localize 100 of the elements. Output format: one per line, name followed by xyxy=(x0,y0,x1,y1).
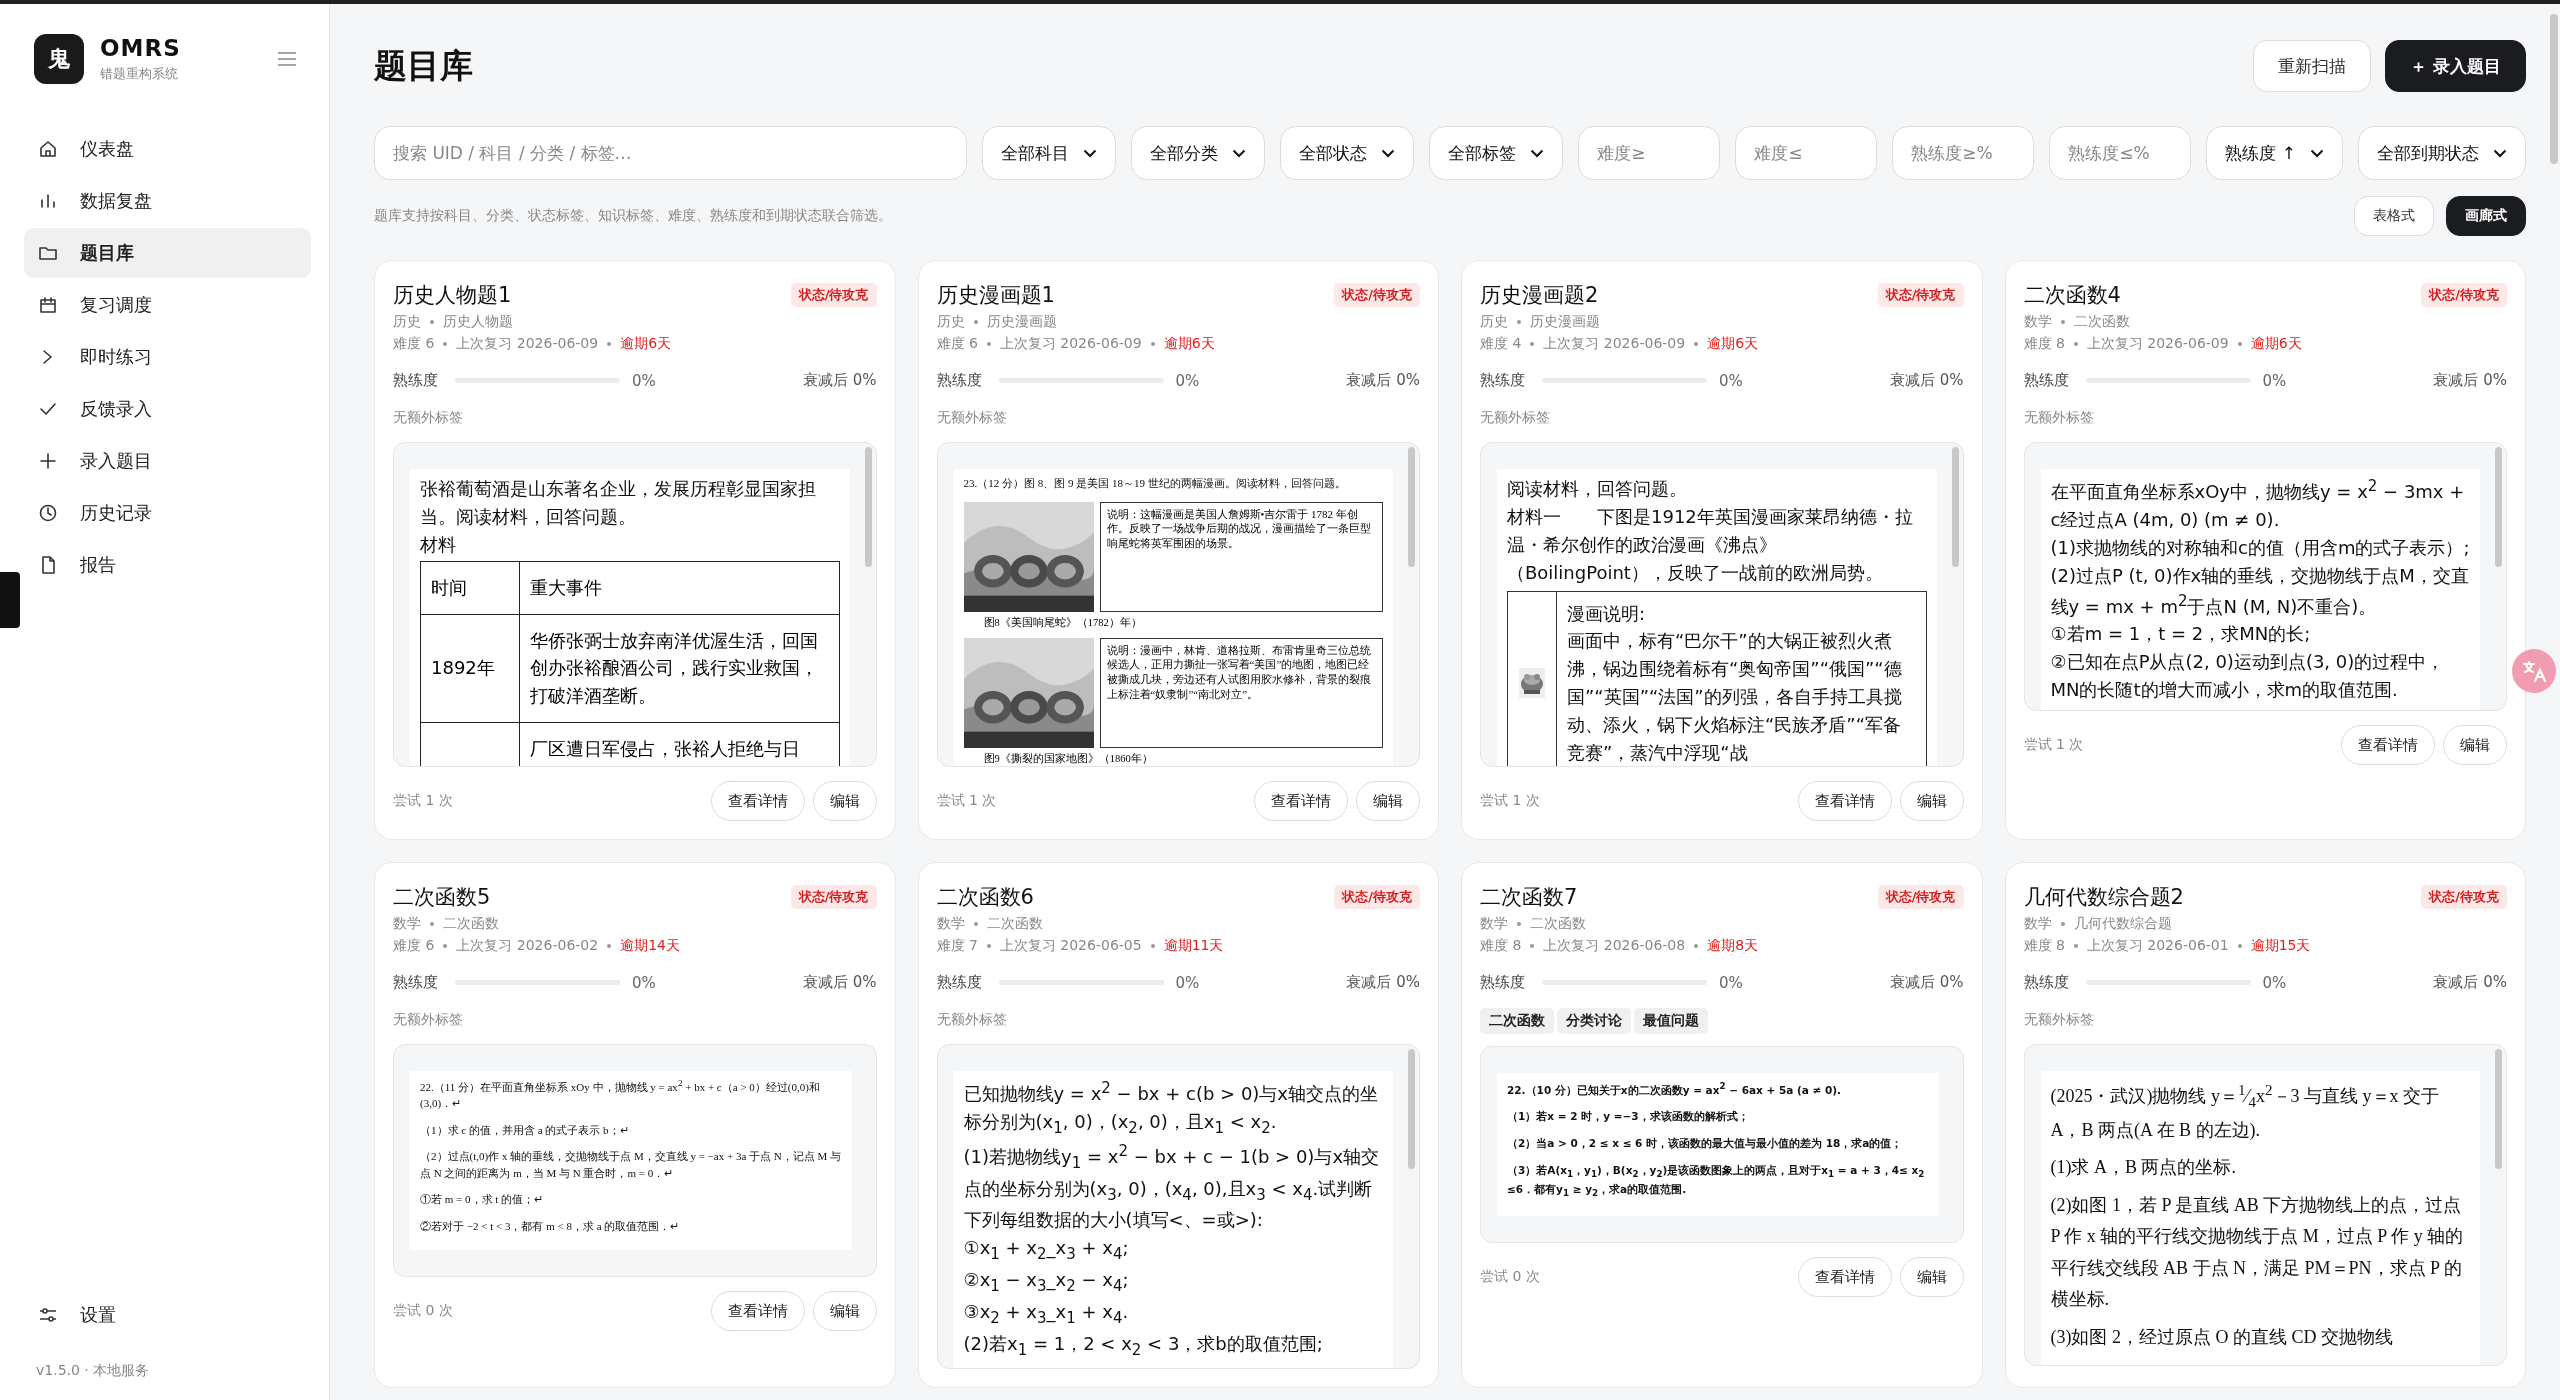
question-text: ②若对于 −2 < t < 3，都有 m < 8，求 a 的取值范围．↵ xyxy=(420,1218,681,1234)
question-text: 张裕葡萄酒是山东著名企业，发展历程彰显国家担当。阅读材料，回答问题。 xyxy=(420,477,817,529)
calendar-icon xyxy=(38,295,58,315)
no-tags-text: 无额外标签 xyxy=(393,1011,463,1029)
table-cell: 华侨张弼士放弃南洋优渥生活，回国创办张裕酿酒公司，践行实业救国，打破洋酒垄断。 xyxy=(519,614,839,723)
nav-item[interactable]: 录入题目 xyxy=(24,436,311,486)
overdue-text: 逾期6天 xyxy=(620,335,672,353)
nav-item[interactable]: 仪表盘 xyxy=(24,124,311,174)
menu-icon[interactable] xyxy=(277,51,297,67)
status-tag: 状态/待攻克 xyxy=(1334,885,1420,909)
category-text: 几何代数综合题 xyxy=(2073,915,2172,933)
nav-item[interactable]: 复习调度 xyxy=(24,280,311,330)
decayed-mastery: 衰减后 0% xyxy=(2433,973,2507,992)
filter-dropdown[interactable]: 全部状态 xyxy=(1280,126,1415,180)
view-toggle-button[interactable]: 表格式 xyxy=(2354,196,2434,236)
view-details-button[interactable]: 查看详情 xyxy=(1254,781,1348,821)
attempts-text: 尝试 0 次 xyxy=(393,1302,453,1321)
subject-text: 数学 xyxy=(2023,313,2052,331)
scrollbar-thumb[interactable] xyxy=(2495,1049,2502,1169)
last-review-text: 上次复习 2026-06-05 xyxy=(999,937,1142,955)
scrollbar-thumb[interactable] xyxy=(1408,1049,1415,1169)
edit-button[interactable]: 编辑 xyxy=(1899,1257,1964,1298)
no-tags-text: 无额外标签 xyxy=(393,409,463,427)
status-tag: 状态/待攻克 xyxy=(1877,885,1964,909)
settings-icon xyxy=(38,1305,58,1325)
chevron-down-icon xyxy=(2493,148,2507,158)
table-cell: 重大事件 xyxy=(519,561,839,615)
plus-icon xyxy=(38,451,58,471)
overdue-text: 逾期8天 xyxy=(1707,937,1759,955)
no-tags-text: 无额外标签 xyxy=(936,409,1007,427)
nav-item[interactable]: 历史记录 xyxy=(24,488,311,538)
status-tag: 状态/待攻克 xyxy=(790,885,877,909)
filter-field[interactable]: 难度≥ xyxy=(1578,126,1721,180)
scrollbar-thumb[interactable] xyxy=(864,447,872,567)
nav-item[interactable]: 题目库 xyxy=(24,228,311,278)
edit-button[interactable]: 编辑 xyxy=(2443,725,2507,766)
side-tab[interactable] xyxy=(0,572,20,628)
overdue-text: 逾期11天 xyxy=(1163,937,1224,955)
filter-field[interactable]: 熟练度≤% xyxy=(2049,126,2192,180)
scrollbar-thumb[interactable] xyxy=(2550,14,2558,164)
nav-item[interactable]: 反馈录入 xyxy=(24,384,311,434)
filter-dropdown[interactable]: 熟练度 ↑ xyxy=(2206,126,2343,180)
card-title: 二次函数4 xyxy=(2023,282,2121,309)
nav-item[interactable]: 数据复盘 xyxy=(24,176,311,226)
subject-text: 历史 xyxy=(936,313,965,331)
scrollbar-thumb[interactable] xyxy=(1951,447,1959,567)
add-question-button[interactable]: ＋ 录入题目 xyxy=(2385,40,2526,92)
mastery-label: 熟练度 xyxy=(1480,973,1526,992)
mastery-label: 熟练度 xyxy=(2023,973,2070,992)
figure-note: 说明：漫画中，林肯、道格拉斯、布雷肯里奇三位总统候选人，正用力撕扯一张写着“美国”的地图，地图已经被撕成几块，旁边还有人试图用胶水修补，背景的裂痕上标注着“奴隶制”“南北对立”。 xyxy=(1099,637,1383,748)
nav-item[interactable]: 即时练习 xyxy=(24,332,311,382)
view-details-button[interactable]: 查看详情 xyxy=(710,781,805,821)
filter-dropdown[interactable]: 全部标签 xyxy=(1429,126,1564,180)
category-text: 历史漫画题 xyxy=(986,313,1057,331)
subject-text: 历史 xyxy=(1480,313,1508,331)
card-title: 历史漫画题1 xyxy=(936,282,1055,309)
question-text: 已知抛物线y = x$^{2}$ − bx + c(b > 0)与x轴交点的坐标分别为(x$_{1}$, 0)，(x$_{2}$, 0)，且x$_{1}$ < x$_{2}$. xyxy=(963,1078,1380,1139)
card-title: 几何代数综合题2 xyxy=(2023,884,2184,911)
card-title: 历史人物题1 xyxy=(393,282,512,309)
scrollbar-thumb[interactable] xyxy=(1408,447,1415,567)
rescan-button[interactable]: 重新扫描 xyxy=(2253,40,2372,92)
home-icon xyxy=(38,139,58,159)
view-details-button[interactable]: 查看详情 xyxy=(2341,725,2435,766)
view-details-button[interactable]: 查看详情 xyxy=(710,1291,805,1332)
edit-button[interactable]: 编辑 xyxy=(1356,781,1420,821)
edit-button[interactable]: 编辑 xyxy=(1899,781,1964,821)
status-tag: 状态/待攻克 xyxy=(790,283,877,307)
question-text: （2）当a > 0，2 ≤ x ≤ 6 时，该函数的最大值与最小值的差为 18，求a的值； xyxy=(1507,1136,1904,1152)
view-details-button[interactable]: 查看详情 xyxy=(1797,1257,1892,1298)
view-details-button[interactable]: 查看详情 xyxy=(1797,781,1892,821)
app-subtitle: 错题重构系统 xyxy=(100,65,179,83)
filter-field[interactable]: 熟练度≥% xyxy=(1892,126,2035,180)
question-text: ②已知在点P从点(2, 0)运动到点(3, 0)的过程中，MN的长随t的增大而减小，求m的取值范围. xyxy=(2050,650,2446,703)
view-toggle-button[interactable]: 画廊式 xyxy=(2446,196,2526,236)
filter-dropdown[interactable]: 全部科目 xyxy=(982,126,1117,180)
edit-button[interactable]: 编辑 xyxy=(812,781,877,821)
difficulty-text: 难度 6 xyxy=(393,937,435,955)
table-cell: 时间 xyxy=(420,561,520,615)
question-text: (1)若抛物线y$_{1}$ = x$^{2}$ − bx + c − 1(b > 0)与x轴交点的坐标分别为(x$_{3}$, 0)，(x$_{4}$, 0),且x$_{3}$ < x$_{4}$.试判断下列每组数据的大小(填写<、=或>): xyxy=(963,1140,1381,1233)
settings-item[interactable]: 设置 xyxy=(24,1290,311,1340)
card-title: 历史漫画题2 xyxy=(1480,282,1599,309)
filter-field[interactable]: 难度≤ xyxy=(1735,126,1878,180)
subject-text: 数学 xyxy=(936,915,965,933)
app-name: OMRS xyxy=(100,35,182,61)
edit-button[interactable]: 编辑 xyxy=(812,1291,877,1332)
knowledge-tag: 分类讨论 xyxy=(1557,1008,1631,1034)
decayed-mastery: 衰减后 0% xyxy=(2433,371,2507,390)
question-text: 22.（11 分）在平面直角坐标系 xOy 中，抛物线 y = ax$^{2}$ + bx + c（a > 0）经过(0,0)和(3,0)．↵ xyxy=(420,1077,821,1112)
filter-dropdown[interactable]: 全部到期状态 xyxy=(2358,126,2526,180)
no-tags-text: 无额外标签 xyxy=(1480,409,1550,427)
scrollbar-thumb[interactable] xyxy=(2495,447,2502,567)
category-text: 二次函数 xyxy=(443,915,499,933)
overdue-text: 逾期15天 xyxy=(2250,937,2311,955)
last-review-text: 上次复习 2026-06-01 xyxy=(2086,937,2229,955)
filter-dropdown[interactable]: 全部分类 xyxy=(1131,126,1266,180)
search-field[interactable]: 搜索 UID / 科目 / 分类 / 标签… xyxy=(374,126,968,180)
translate-button[interactable] xyxy=(2512,649,2556,693)
mastery-label: 熟练度 xyxy=(393,371,439,390)
subject-text: 历史 xyxy=(393,313,421,331)
nav-item[interactable]: 报告 xyxy=(24,540,311,590)
